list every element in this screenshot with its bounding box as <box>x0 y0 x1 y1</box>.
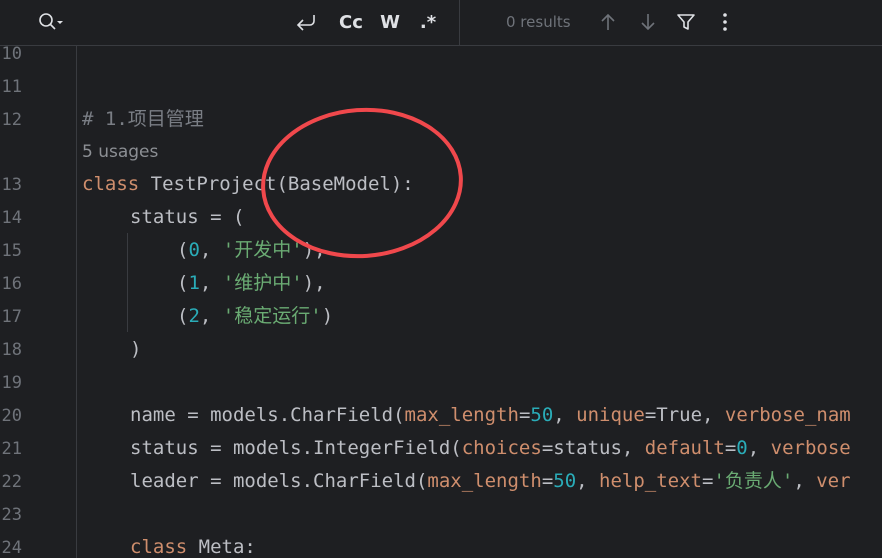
param-name: max_length <box>427 470 542 492</box>
meta-class-line: class Meta: <box>130 531 256 558</box>
status-tuple-2: (2, '稳定运行') <box>177 300 333 333</box>
class-signature: Meta: <box>187 536 256 558</box>
tuple-close: ), <box>302 239 326 261</box>
results-count: 0 results <box>506 13 571 31</box>
line-number: 15 <box>1 241 22 261</box>
line-number: 20 <box>1 406 22 426</box>
tuple-string: '维护中' <box>222 272 303 294</box>
filter-icon[interactable] <box>674 0 698 44</box>
class-signature: TestProject(BaseModel): <box>139 173 414 195</box>
code-text: , <box>553 404 577 426</box>
tuple-string: '稳定运行' <box>222 305 322 327</box>
find-toolbar: Cc W .* 0 results <box>0 0 882 46</box>
previous-occurrence-icon[interactable] <box>596 0 620 44</box>
usages-hint[interactable]: 5 usages <box>82 136 158 169</box>
tuple-string: '开发中' <box>222 239 303 261</box>
new-line-icon[interactable] <box>292 0 320 44</box>
line-number: 14 <box>1 208 22 228</box>
param-name: unique <box>576 404 645 426</box>
number-literal: 50 <box>530 404 554 426</box>
code-text: = <box>702 470 714 492</box>
code-text: = <box>518 404 531 426</box>
tuple-number: 1 <box>188 272 200 294</box>
line-number: 22 <box>1 472 22 492</box>
status-tuple-1: (1, '维护中'), <box>177 267 326 300</box>
status-field-line: status = models.IntegerField(choices=sta… <box>130 432 851 465</box>
param-name: max_length <box>404 404 519 426</box>
more-options-icon[interactable] <box>714 0 736 44</box>
param-name: choices <box>461 437 542 459</box>
code-text: = <box>541 470 554 492</box>
match-case-button[interactable]: Cc <box>335 0 367 44</box>
search-history-icon[interactable] <box>36 0 66 44</box>
leader-field-line: leader = models.CharField(max_length=50,… <box>130 465 851 498</box>
code-text: leader = models.CharField( <box>130 470 428 492</box>
line-number: 13 <box>1 175 22 195</box>
line-number: 12 <box>1 110 22 130</box>
param-name: verbose_nam <box>724 404 851 426</box>
status-tuple-0: (0, '开发中'), <box>177 234 326 267</box>
line-number: 19 <box>1 373 22 393</box>
number-literal: 0 <box>736 437 748 459</box>
param-name: help_text <box>599 470 702 492</box>
line-number: 11 <box>1 77 22 97</box>
next-occurrence-icon[interactable] <box>636 0 660 44</box>
code-comment: # 1.项目管理 <box>82 108 204 130</box>
whole-words-button[interactable]: W <box>375 0 405 44</box>
code-editor[interactable]: 10 11 12 13 14 15 16 17 18 19 20 21 22 2… <box>0 46 882 558</box>
tuple-close: ), <box>302 272 326 294</box>
line-number: 10 <box>1 46 22 64</box>
line-number: 24 <box>1 538 22 558</box>
line-number: 23 <box>1 505 22 525</box>
name-field-line: name = models.CharField(max_length=50, u… <box>130 399 851 432</box>
tuple-close: ) <box>321 305 334 327</box>
tuple-number: 0 <box>188 239 200 261</box>
indent-guide <box>127 233 128 332</box>
param-name: verbose <box>770 437 851 459</box>
tuple-open: ( <box>177 239 189 261</box>
line-number: 17 <box>1 307 22 327</box>
regex-button[interactable]: .* <box>413 0 443 44</box>
tuple-number: 2 <box>188 305 200 327</box>
tuple-open: ( <box>177 305 189 327</box>
number-literal: 50 <box>553 470 577 492</box>
toolbar-divider <box>459 0 460 46</box>
line-number: 16 <box>1 274 22 294</box>
string-literal: '负责人' <box>713 470 794 492</box>
closing-paren: ) <box>130 338 142 360</box>
line-number: 18 <box>1 340 22 360</box>
line-number: 21 <box>1 439 22 459</box>
code-text: =status, <box>541 437 645 459</box>
tuple-open: ( <box>177 272 189 294</box>
param-name: default <box>644 437 725 459</box>
code-text: , <box>747 437 771 459</box>
tuple-separator: , <box>199 305 223 327</box>
code-text: , <box>576 470 600 492</box>
gutter-divider <box>76 46 77 558</box>
param-name: ver <box>816 470 851 492</box>
tuple-separator: , <box>199 239 223 261</box>
class-keyword: class <box>130 536 188 558</box>
code-text: = <box>724 437 737 459</box>
class-declaration: class TestProject(BaseModel): <box>82 168 414 201</box>
status-assignment: status = ( <box>130 206 245 228</box>
code-text: status = models.IntegerField( <box>130 437 462 459</box>
code-text: , <box>793 470 817 492</box>
tuple-separator: , <box>199 272 223 294</box>
class-keyword: class <box>82 173 140 195</box>
code-text: =True, <box>644 404 725 426</box>
code-text: name = models.CharField( <box>130 404 405 426</box>
